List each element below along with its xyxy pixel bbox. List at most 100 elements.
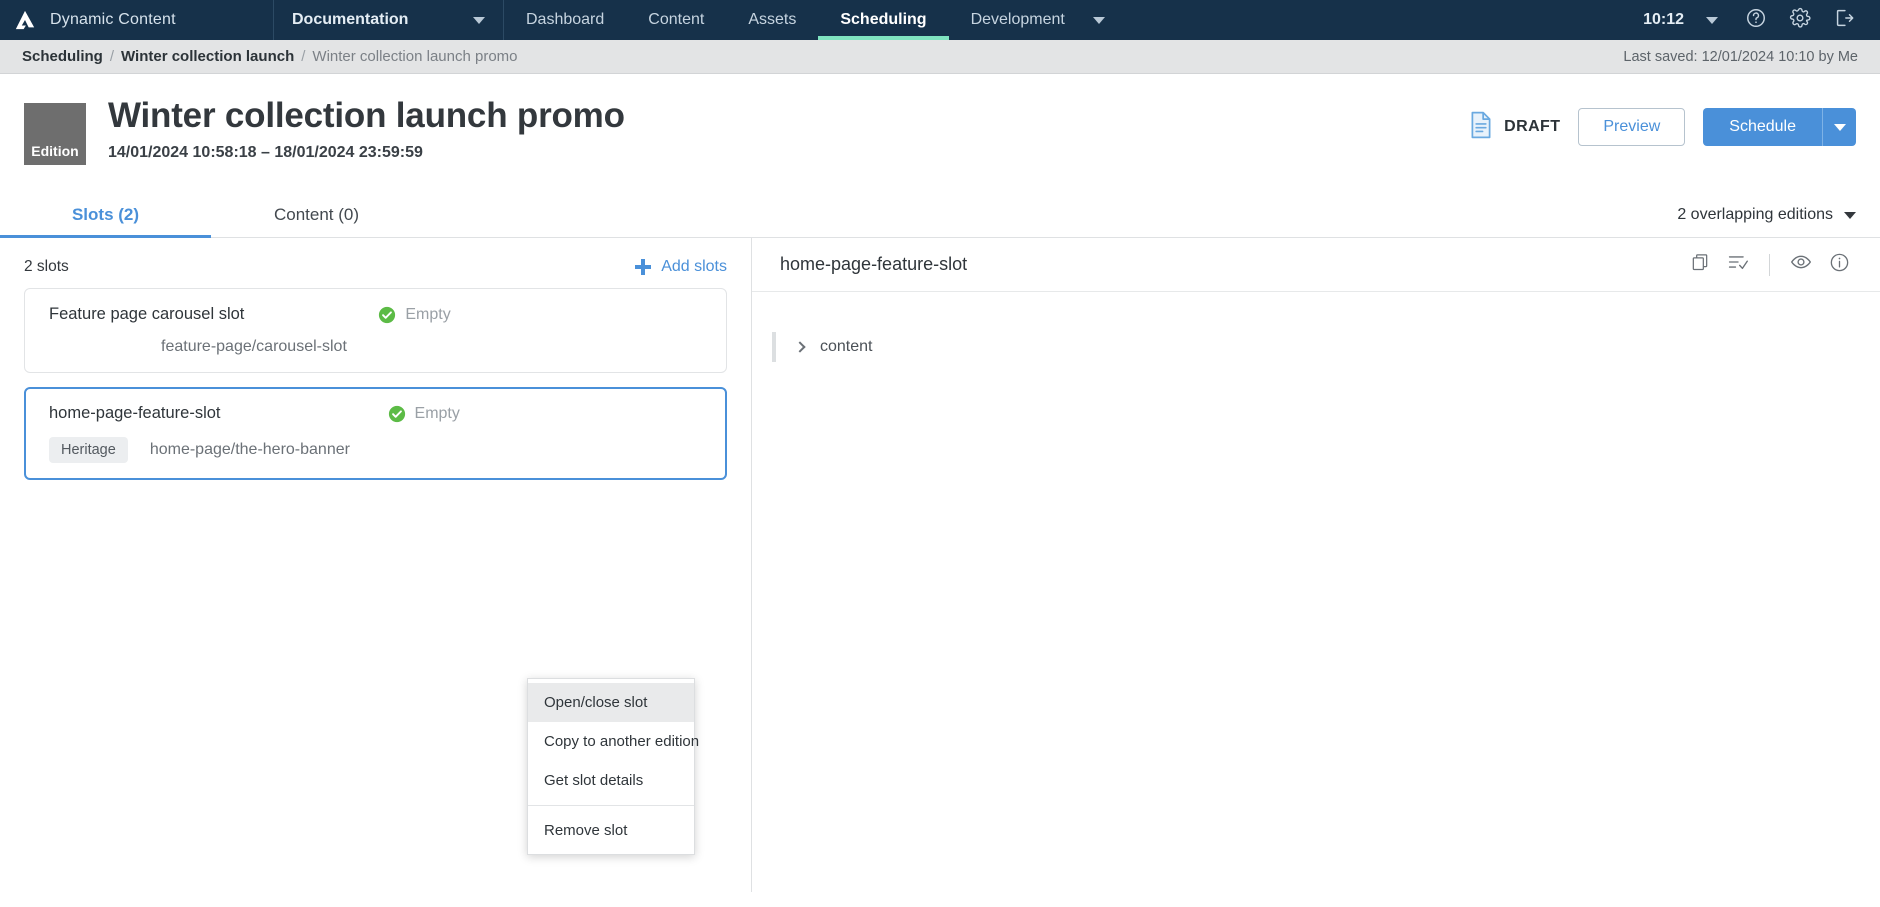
logout-button[interactable] [1822, 0, 1866, 40]
overlapping-editions-label: 2 overlapping editions [1677, 206, 1833, 223]
tab-content[interactable]: Content (0) [211, 191, 422, 237]
top-navigation-bar: Dynamic Content Documentation Dashboard … [0, 0, 1880, 40]
status-badge: DRAFT [1468, 111, 1560, 144]
preview-button[interactable]: Preview [1578, 108, 1686, 146]
context-menu-item-remove-slot[interactable]: Remove slot [528, 811, 694, 850]
nav-item-scheduling[interactable]: Scheduling [818, 0, 949, 40]
slot-name: home-page-feature-slot [49, 404, 221, 422]
check-circle-icon [388, 405, 406, 423]
content-tree: content [752, 292, 1880, 362]
nav-item-assets[interactable]: Assets [726, 0, 818, 40]
list-check-button[interactable] [1721, 248, 1755, 282]
slot-path: feature-page/carousel-slot [161, 338, 347, 355]
clock-display: 10:12 [1643, 11, 1684, 28]
nav-items: Dashboard Content Assets Scheduling Deve… [504, 0, 1127, 40]
chevron-down-icon [1833, 123, 1846, 131]
main-content-area: 2 slots Add slots Feature page carousel … [0, 238, 1880, 892]
overlapping-editions-dropdown[interactable]: 2 overlapping editions [1677, 206, 1856, 237]
list-check-icon [1727, 252, 1749, 277]
info-button[interactable] [1822, 248, 1856, 282]
edition-type-badge: Edition [24, 103, 86, 165]
nav-item-label: Scheduling [840, 11, 927, 28]
amplience-logo-icon [14, 9, 36, 31]
documentation-dropdown[interactable]: Documentation [274, 0, 504, 40]
nav-item-label: Assets [748, 11, 797, 28]
breadcrumb-item-current: Winter collection launch promo [312, 48, 518, 65]
slot-card-top-row: home-page-feature-slot Empty [49, 404, 706, 423]
tab-label: Content (0) [273, 205, 360, 224]
breadcrumb-item-scheduling[interactable]: Scheduling [22, 48, 103, 65]
slot-context-menu: Open/close slot Copy to another edition … [527, 678, 699, 855]
slot-status: Empty [378, 305, 451, 324]
copy-button[interactable] [1683, 248, 1717, 282]
chevron-down-icon [1844, 211, 1856, 219]
chevron-down-icon [1706, 16, 1718, 24]
context-menu-item-get-slot-details[interactable]: Get slot details [528, 761, 694, 800]
chevron-down-icon [1092, 16, 1105, 24]
edition-date-range: 14/01/2024 10:58:18 – 18/01/2024 23:59:5… [108, 144, 423, 162]
context-menu-item-open-close-slot[interactable]: Open/close slot [528, 683, 694, 722]
brand-label: Dynamic Content [50, 11, 176, 28]
breadcrumb-item-edition-list[interactable]: Winter collection launch [121, 48, 294, 65]
toolbar-divider [1769, 253, 1770, 276]
slot-status-label: Empty [405, 305, 451, 323]
title-block: Winter collection launch promo 14/01/202… [108, 96, 625, 162]
slots-count-label: 2 slots [24, 258, 69, 275]
slot-card[interactable]: home-page-feature-slot Empty Heritage ho… [24, 387, 727, 480]
add-slots-label: Add slots [661, 258, 727, 275]
slot-detail-header: home-page-feature-slot [752, 238, 1880, 292]
tree-node-label: content [820, 338, 873, 355]
preview-visibility-button[interactable] [1784, 248, 1818, 282]
slot-card-top-row: Feature page carousel slot Empty [49, 305, 706, 324]
help-button[interactable] [1734, 0, 1778, 40]
edition-badge-label: Edition [31, 143, 79, 159]
tree-node-content[interactable]: content [772, 332, 1032, 362]
schedule-button[interactable]: Schedule [1703, 108, 1822, 146]
nav-right-cluster: 10:12 [1637, 0, 1880, 40]
breadcrumb-separator: / [109, 48, 115, 65]
nav-item-label: Content [648, 11, 705, 28]
tab-slots[interactable]: Slots (2) [0, 191, 211, 238]
slots-list-header: 2 slots Add slots [0, 238, 751, 288]
chevron-down-icon [473, 16, 485, 24]
page-title: Winter collection launch promo [108, 96, 625, 135]
plus-icon [635, 259, 652, 275]
slot-detail-pane: home-page-feature-slot content [752, 238, 1880, 892]
nav-item-content[interactable]: Content [626, 0, 726, 40]
eye-icon [1790, 252, 1812, 277]
slot-name: Feature page carousel slot [49, 305, 245, 323]
nav-item-label: Development [970, 11, 1065, 28]
slot-card[interactable]: Feature page carousel slot Empty feature… [24, 288, 727, 373]
slot-path: home-page/the-hero-banner [149, 441, 350, 458]
slot-detail-title: home-page-feature-slot [780, 254, 968, 274]
slot-card-bottom-row: Heritage home-page/the-hero-banner [49, 437, 706, 463]
documentation-label: Documentation [292, 11, 409, 28]
draft-document-icon [1468, 111, 1494, 144]
context-menu-item-copy-to-another-edition[interactable]: Copy to another edition [528, 722, 699, 761]
clock-dropdown-button[interactable] [1690, 0, 1734, 40]
last-saved-info: Last saved: 12/01/2024 10:10 by Me [1623, 48, 1858, 65]
help-circle-icon [1745, 7, 1767, 34]
check-circle-icon [378, 306, 396, 324]
context-menu-divider [528, 805, 694, 806]
breadcrumb-separator: / [301, 48, 306, 65]
slots-list-pane: 2 slots Add slots Feature page carousel … [0, 238, 752, 892]
slot-tag-chip: Heritage [49, 437, 128, 463]
info-icon [1829, 252, 1850, 278]
logout-icon [1833, 7, 1855, 34]
page-header: Edition Winter collection launch promo 1… [0, 74, 1880, 165]
schedule-split-button: Schedule [1703, 108, 1856, 146]
chevron-right-icon [794, 341, 806, 353]
slot-status: Empty [388, 405, 460, 423]
nav-item-development[interactable]: Development [949, 0, 1127, 40]
slot-status-label: Empty [414, 404, 460, 422]
brand-area[interactable]: Dynamic Content [0, 0, 274, 40]
add-slots-button[interactable]: Add slots [635, 258, 727, 276]
nav-item-label: Dashboard [526, 11, 605, 28]
schedule-dropdown-button[interactable] [1822, 108, 1856, 146]
settings-button[interactable] [1778, 0, 1822, 40]
slot-card-bottom-row: feature-page/carousel-slot [49, 338, 706, 356]
slot-detail-toolbar [1683, 248, 1856, 282]
status-label: DRAFT [1504, 118, 1561, 135]
nav-item-dashboard[interactable]: Dashboard [504, 0, 626, 40]
